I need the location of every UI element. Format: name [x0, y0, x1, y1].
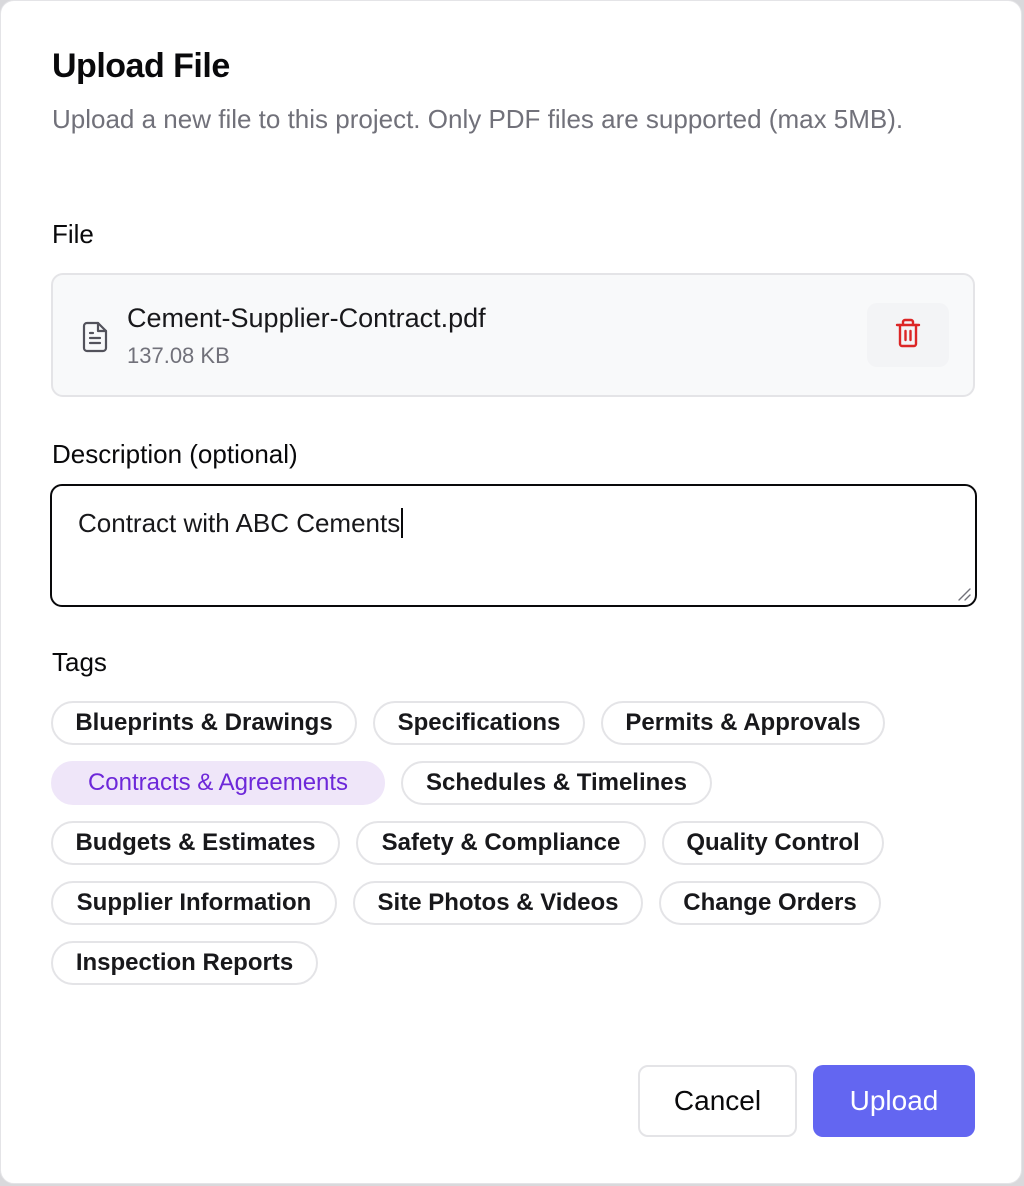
description-label: Description (optional): [52, 439, 298, 469]
tags-label: Tags: [52, 647, 107, 677]
dialog-subtitle: Upload a new file to this project. Only …: [52, 104, 904, 134]
tag-blueprints-drawings[interactable]: Blueprints & Drawings: [51, 701, 357, 745]
tag-supplier-information[interactable]: Supplier Information: [51, 881, 337, 925]
remove-file-button[interactable]: [867, 303, 949, 367]
selected-file-card: Cement-Supplier-Contract.pdf 137.08 KB: [51, 273, 975, 397]
tag-change-orders[interactable]: Change Orders: [659, 881, 881, 925]
tag-permits-approvals[interactable]: Permits & Approvals: [601, 701, 885, 745]
file-size: 137.08 KB: [127, 343, 230, 368]
upload-file-dialog: Upload File Upload a new file to this pr…: [0, 0, 1022, 1184]
tag-budgets-estimates[interactable]: Budgets & Estimates: [51, 821, 340, 865]
tag-quality-control[interactable]: Quality Control: [662, 821, 884, 865]
description-value: Contract with ABC Cements: [78, 508, 404, 539]
upload-button[interactable]: Upload: [813, 1065, 975, 1137]
tag-schedules-timelines[interactable]: Schedules & Timelines: [401, 761, 712, 805]
cancel-button[interactable]: Cancel: [638, 1065, 797, 1137]
text-caret: [401, 508, 404, 538]
trash-icon: [895, 318, 921, 353]
tag-site-photos-videos[interactable]: Site Photos & Videos: [353, 881, 643, 925]
tag-inspection-reports[interactable]: Inspection Reports: [51, 941, 318, 985]
description-textarea[interactable]: Contract with ABC Cements: [50, 484, 977, 607]
tag-contracts-agreements[interactable]: Contracts & Agreements: [51, 761, 385, 805]
file-label: File: [52, 219, 94, 249]
file-name: Cement-Supplier-Contract.pdf: [127, 303, 486, 333]
resize-handle-icon[interactable]: [957, 587, 971, 601]
dialog-title: Upload File: [52, 47, 230, 85]
file-text-icon: [81, 321, 109, 353]
tag-safety-compliance[interactable]: Safety & Compliance: [356, 821, 646, 865]
tag-specifications[interactable]: Specifications: [373, 701, 585, 745]
